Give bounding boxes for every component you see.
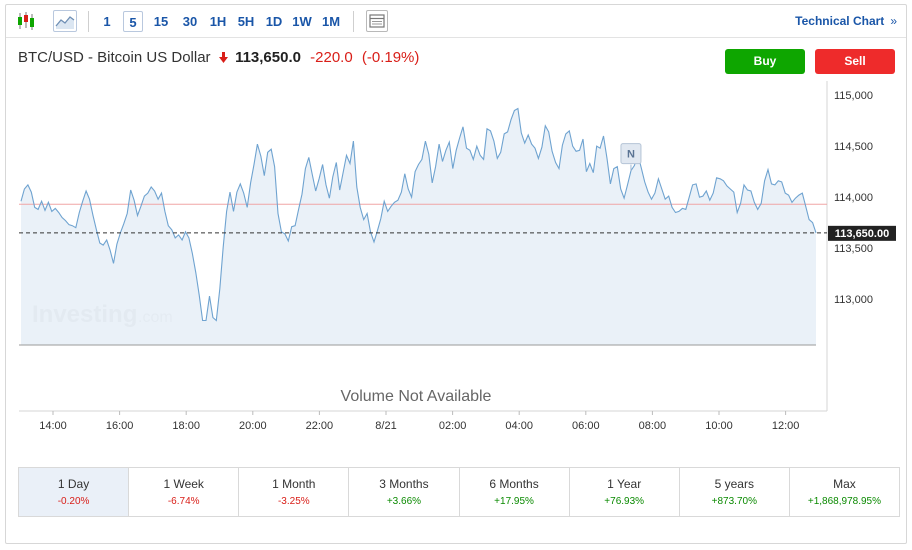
period-1-month[interactable]: 1 Month -3.25% xyxy=(239,468,350,516)
period-change: -6.74% xyxy=(167,496,200,507)
x-tick-label: 8/21 xyxy=(375,420,396,432)
period-1-year[interactable]: 1 Year +76.93% xyxy=(569,468,680,516)
chart-widget: 1 5 15 30 1H 5H 1D 1W 1M Technical Chart… xyxy=(5,4,907,544)
x-tick-label: 14:00 xyxy=(39,420,67,432)
period-label: 1 Month xyxy=(272,477,316,491)
volume-not-available-note: Volume Not Available xyxy=(341,388,492,405)
period-change: +17.95% xyxy=(494,496,534,507)
x-tick-label: 04:00 xyxy=(505,420,533,432)
period-label: 5 years xyxy=(714,477,754,491)
period-label: 1 Day xyxy=(57,477,90,491)
period-label: 1 Year xyxy=(607,477,642,491)
period-6-months[interactable]: 6 Months +17.95% xyxy=(459,468,570,516)
period-3-months[interactable]: 3 Months +3.66% xyxy=(349,468,460,516)
price-area-fill xyxy=(21,108,816,345)
x-tick-label: 20:00 xyxy=(239,420,267,432)
period-change: +76.93% xyxy=(604,496,645,507)
last-price-label: 113,650.00 xyxy=(835,228,889,240)
period-change: +873.70% xyxy=(711,496,757,507)
period-label: 6 Months xyxy=(489,477,539,491)
x-tick-label: 02:00 xyxy=(439,420,467,432)
period-5-years[interactable]: 5 years +873.70% xyxy=(679,468,790,516)
period-change: -0.20% xyxy=(57,496,90,507)
period-label: Max xyxy=(833,477,856,491)
period-1-day[interactable]: 1 Day -0.20% xyxy=(19,468,130,516)
x-tick-label: 12:00 xyxy=(772,420,800,432)
price-chart[interactable]: Investing.com115,000114,500114,000113,50… xyxy=(6,5,906,460)
x-tick-label: 06:00 xyxy=(572,420,600,432)
period-label: 1 Week xyxy=(163,477,204,491)
y-tick-label: 114,500 xyxy=(834,141,873,153)
y-tick-label: 113,500 xyxy=(834,243,873,255)
period-max[interactable]: Max +1,868,978.95% xyxy=(789,468,899,516)
y-tick-label: 115,000 xyxy=(834,90,873,102)
x-tick-label: 16:00 xyxy=(106,420,134,432)
period-label: 3 Months xyxy=(379,477,429,491)
y-tick-label: 114,000 xyxy=(834,192,873,204)
performance-periods: 1 Day -0.20% 1 Week -6.74% 1 Month -3.25… xyxy=(18,467,900,517)
period-1-week[interactable]: 1 Week -6.74% xyxy=(129,468,240,516)
y-tick-label: 113,000 xyxy=(834,294,873,306)
x-tick-label: 08:00 xyxy=(639,420,667,432)
period-change: +3.66% xyxy=(386,496,422,507)
period-change: +1,868,978.95% xyxy=(807,496,881,507)
x-tick-label: 18:00 xyxy=(172,420,200,432)
x-tick-label: 10:00 xyxy=(705,420,733,432)
news-marker-label: N xyxy=(627,149,635,161)
period-change: -3.25% xyxy=(277,496,310,507)
x-tick-label: 22:00 xyxy=(306,420,334,432)
